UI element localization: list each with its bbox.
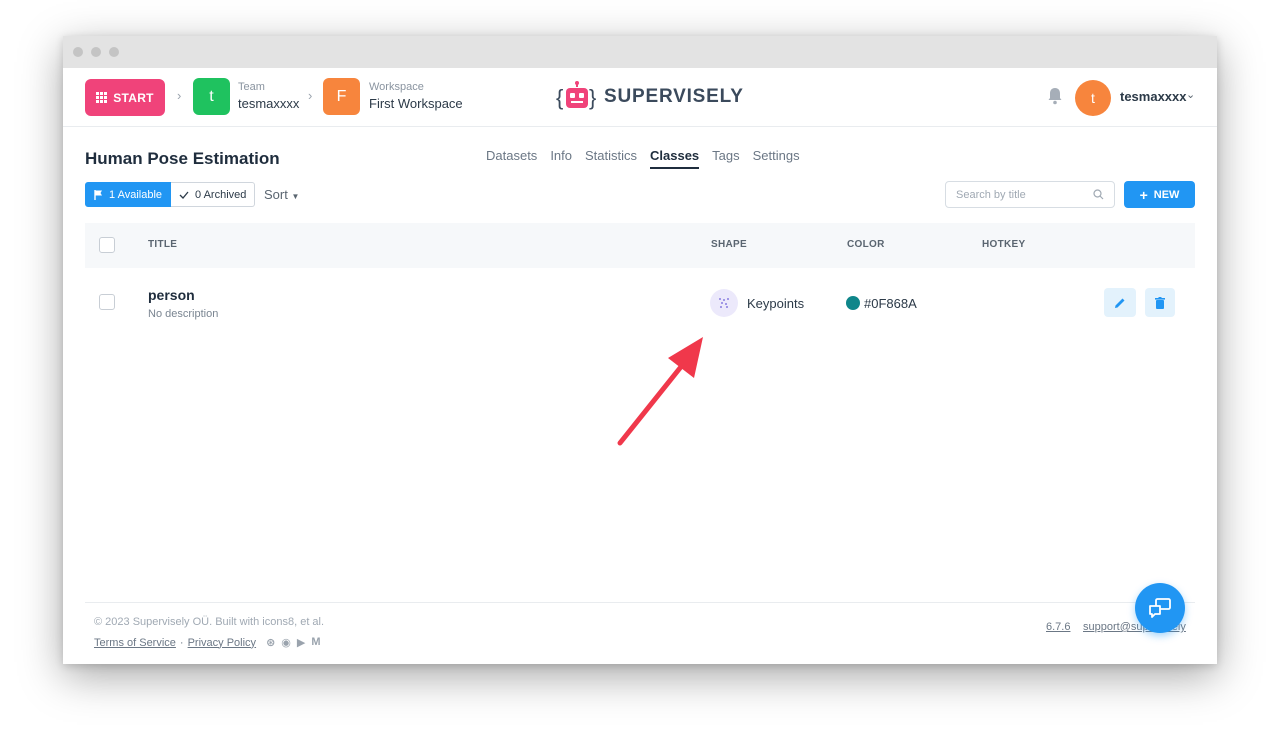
- footer-divider: [85, 602, 1195, 603]
- page-title: Human Pose Estimation: [85, 149, 280, 168]
- new-class-button[interactable]: + NEW: [1124, 181, 1195, 208]
- color-hex-label: #0F868A: [864, 296, 917, 311]
- caret-down-icon: ▼: [291, 192, 300, 201]
- notification-bell-icon[interactable]: [1047, 87, 1063, 105]
- version-link[interactable]: 6.7.6: [1046, 621, 1070, 633]
- terms-link[interactable]: Terms of Service: [94, 637, 176, 649]
- top-navigation-bar: START › t Team tesmaxxxx › F Workspace F…: [63, 68, 1217, 127]
- tab-statistics[interactable]: Statistics: [585, 148, 637, 169]
- grid-icon: [96, 92, 108, 103]
- search-placeholder: Search by title: [956, 188, 1026, 201]
- column-header-color[interactable]: COLOR: [847, 239, 885, 250]
- chevron-down-icon[interactable]: ⌄: [1186, 88, 1195, 101]
- window-titlebar: [63, 36, 1217, 68]
- footer-copyright: © 2023 Supervisely OÜ. Built with icons8…: [94, 616, 325, 628]
- flag-icon: [94, 189, 102, 200]
- sort-label: Sort: [264, 187, 288, 202]
- user-initial: t: [1091, 90, 1095, 106]
- chat-support-button[interactable]: [1135, 583, 1185, 633]
- footer-links: Terms of Service · Privacy Policy ⊛ ◉ ▶ …: [94, 636, 321, 649]
- class-description: No description: [148, 308, 219, 320]
- table-header: TITLE SHAPE COLOR HOTKEY: [85, 223, 1195, 268]
- link-separator: ·: [179, 636, 184, 649]
- pencil-icon: [1115, 298, 1125, 308]
- workspace-label: Workspace: [369, 81, 424, 93]
- social-links: ⊛ ◉ ▶ M: [266, 636, 320, 649]
- svg-text:}: }: [589, 85, 596, 110]
- project-tabs: Datasets Info Statistics Classes Tags Se…: [486, 148, 800, 169]
- logo-text: SUPERVISELY: [604, 86, 744, 107]
- workspace-initial: F: [336, 87, 347, 105]
- class-title[interactable]: person: [148, 287, 195, 303]
- tab-classes[interactable]: Classes: [650, 148, 700, 169]
- svg-text:{: {: [556, 85, 563, 110]
- trash-icon: [1155, 296, 1165, 309]
- youtube-icon[interactable]: ▶: [297, 636, 305, 649]
- row-checkbox[interactable]: [99, 294, 115, 310]
- slack-icon[interactable]: ⊛: [266, 636, 275, 649]
- team-avatar[interactable]: t: [193, 78, 230, 115]
- tab-info[interactable]: Info: [550, 148, 572, 169]
- start-button-label: START: [113, 90, 154, 105]
- shape-label: Keypoints: [747, 296, 805, 311]
- workspace-name[interactable]: First Workspace: [369, 96, 463, 111]
- window-minimize-dot[interactable]: [91, 47, 101, 57]
- edit-button[interactable]: [1104, 288, 1136, 317]
- column-header-shape[interactable]: SHAPE: [711, 239, 747, 250]
- tab-settings[interactable]: Settings: [753, 148, 800, 169]
- chevron-right-icon: ›: [177, 88, 182, 103]
- tab-tags[interactable]: Tags: [712, 148, 739, 169]
- sort-dropdown[interactable]: Sort ▼: [264, 187, 299, 202]
- archived-filter-button[interactable]: 0 Archived: [171, 182, 256, 207]
- github-icon[interactable]: ◉: [281, 636, 291, 649]
- user-name[interactable]: tesmaxxxx: [1120, 89, 1187, 104]
- chat-bubbles-icon: [1149, 598, 1171, 618]
- robot-logo-icon: { }: [556, 81, 596, 110]
- start-button[interactable]: START: [85, 79, 165, 116]
- search-icon: [1093, 189, 1104, 200]
- team-initial: t: [209, 87, 214, 105]
- keypoints-icon: [710, 289, 738, 317]
- availability-filter: 1 Available 0 Archived: [85, 182, 256, 207]
- team-name[interactable]: tesmaxxxx: [238, 96, 299, 111]
- available-filter-label: 1 Available: [109, 188, 163, 201]
- new-button-label: NEW: [1153, 188, 1180, 201]
- chevron-right-icon: ›: [308, 88, 313, 103]
- column-header-title[interactable]: TITLE: [148, 239, 177, 250]
- color-swatch: [846, 296, 860, 310]
- archived-filter-label: 0 Archived: [195, 188, 247, 201]
- team-label: Team: [238, 81, 265, 93]
- tab-datasets[interactable]: Datasets: [486, 148, 537, 169]
- window-close-dot[interactable]: [73, 47, 83, 57]
- available-filter-button[interactable]: 1 Available: [85, 182, 172, 207]
- checkmark-icon: [179, 191, 189, 199]
- delete-button[interactable]: [1145, 288, 1175, 317]
- column-header-hotkey[interactable]: HOTKEY: [982, 239, 1025, 250]
- select-all-checkbox[interactable]: [99, 237, 115, 253]
- privacy-link[interactable]: Privacy Policy: [188, 637, 256, 649]
- browser-window: START › t Team tesmaxxxx › F Workspace F…: [63, 36, 1217, 664]
- search-input[interactable]: Search by title: [945, 181, 1115, 208]
- medium-icon[interactable]: M: [311, 636, 320, 649]
- user-avatar[interactable]: t: [1075, 80, 1111, 116]
- window-maximize-dot[interactable]: [109, 47, 119, 57]
- supervisely-logo[interactable]: { } SUPERVISELY: [556, 78, 744, 116]
- workspace-avatar[interactable]: F: [323, 78, 360, 115]
- plus-icon: +: [1139, 186, 1148, 203]
